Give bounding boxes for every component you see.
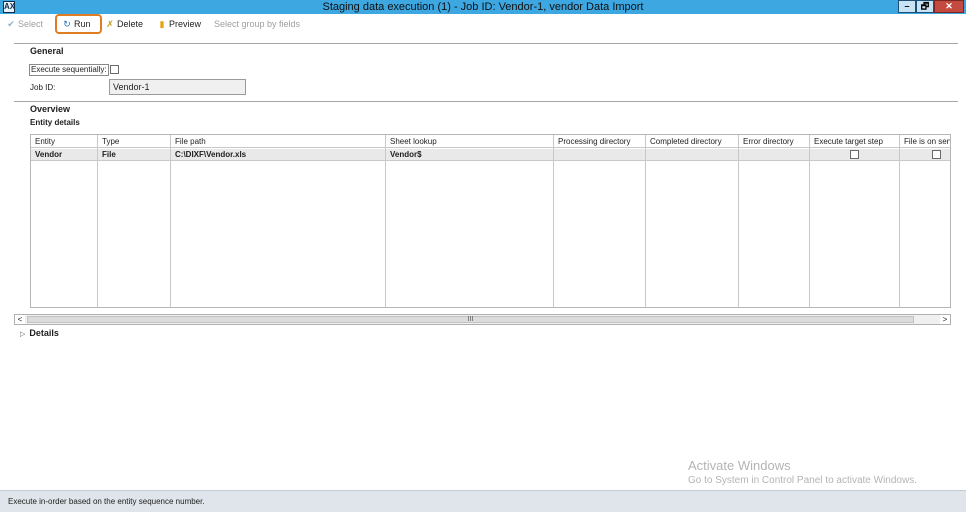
window-title: Staging data execution (1) - Job ID: Ven…	[322, 1, 644, 13]
header-entity[interactable]: Entity	[31, 135, 98, 148]
overview-divider	[14, 101, 958, 102]
header-sheet-lookup[interactable]: Sheet lookup	[386, 135, 554, 148]
maximize-button[interactable]: 🗗	[916, 0, 934, 13]
run-label: Run	[74, 19, 91, 29]
preview-button[interactable]: ▮ Preview	[157, 17, 202, 32]
file-is-on-server-checkbox[interactable]	[932, 150, 941, 159]
checkmark-icon: ✔	[7, 19, 15, 29]
activate-windows-watermark: Activate Windows Go to System in Control…	[688, 458, 917, 488]
cell-processing-directory[interactable]	[554, 149, 646, 160]
entity-details-heading: Entity details	[30, 118, 80, 127]
header-execute-target-step[interactable]: Execute target step	[810, 135, 900, 148]
general-divider	[14, 43, 958, 44]
column-completed-directory	[646, 135, 739, 307]
column-error-directory	[739, 135, 810, 307]
cell-error-directory[interactable]	[739, 149, 810, 160]
scroll-thumb[interactable]: III	[27, 316, 914, 323]
delete-label: Delete	[117, 19, 144, 29]
select-label: Select	[18, 19, 44, 29]
header-file-path[interactable]: File path	[171, 135, 386, 148]
form-content: General Execute sequentially: Job ID: Ve…	[8, 35, 958, 490]
column-execute-target-step	[810, 135, 900, 307]
execute-sequentially-checkbox[interactable]	[110, 65, 119, 74]
details-expander[interactable]: ▷ Details	[20, 328, 59, 338]
preview-label: Preview	[169, 19, 202, 29]
minimize-button[interactable]: –	[898, 0, 916, 13]
select-button[interactable]: ✔ Select	[6, 17, 43, 32]
execute-sequentially-label: Execute sequentially:	[29, 64, 109, 76]
header-error-directory[interactable]: Error directory	[739, 135, 810, 148]
execute-target-step-checkbox[interactable]	[850, 150, 859, 159]
action-toolbar: ✔ Select ↻ Run ✗ Delete ▮ Preview Select gro…	[0, 14, 966, 35]
delete-button[interactable]: ✗ Delete	[105, 17, 143, 32]
cell-entity[interactable]: Vendor	[31, 149, 98, 160]
entity-details-grid[interactable]: Entity Type File path Sheet lookup Proce…	[30, 134, 951, 308]
preview-icon: ▮	[159, 19, 165, 29]
header-file-is-on-server[interactable]: File is on serv	[900, 135, 950, 148]
cell-sheet-lookup[interactable]: Vendor$	[386, 149, 554, 160]
select-group-by-fields-button[interactable]: Select group by fields	[214, 17, 300, 32]
overview-heading: Overview	[30, 104, 71, 114]
watermark-subtitle: Go to System in Control Panel to activat…	[688, 475, 917, 486]
job-id-field[interactable]: Vendor-1	[109, 79, 246, 95]
expand-arrow-icon: ▷	[20, 331, 26, 338]
details-label: Details	[29, 328, 59, 338]
header-type[interactable]: Type	[98, 135, 171, 148]
cell-type[interactable]: File	[98, 149, 171, 160]
watermark-title: Activate Windows	[688, 458, 791, 473]
job-id-label: Job ID:	[30, 83, 56, 92]
column-file-path	[171, 135, 386, 307]
run-button[interactable]: ↻ Run	[55, 14, 102, 34]
header-completed-directory[interactable]: Completed directory	[646, 135, 739, 148]
column-entity	[31, 135, 98, 307]
horizontal-scrollbar[interactable]: < III >	[14, 314, 951, 325]
column-processing-directory	[554, 135, 646, 307]
cell-file-path[interactable]: C:\DIXF\Vendor.xls	[171, 149, 386, 160]
scroll-left-arrow[interactable]: <	[15, 315, 25, 324]
close-button[interactable]: ✕	[934, 0, 964, 13]
header-processing-directory[interactable]: Processing directory	[554, 135, 646, 148]
status-bar: Execute in-order based on the entity seq…	[0, 490, 966, 512]
scroll-right-arrow[interactable]: >	[940, 315, 950, 324]
column-sheet-lookup	[386, 135, 554, 307]
general-heading: General	[30, 46, 64, 56]
delete-icon: ✗	[106, 19, 114, 29]
title-bar: AX Staging data execution (1) - Job ID: …	[0, 0, 966, 14]
column-type	[98, 135, 171, 307]
cell-completed-directory[interactable]	[646, 149, 739, 160]
run-icon: ↻	[63, 19, 71, 29]
